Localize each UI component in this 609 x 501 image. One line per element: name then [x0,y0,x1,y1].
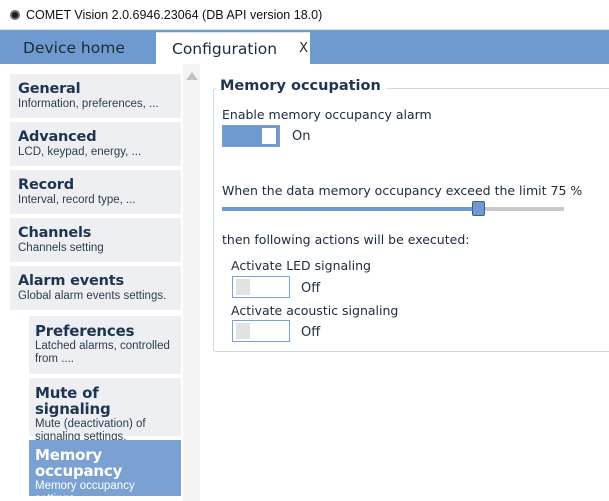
led-signaling-state: Off [301,281,321,296]
sidebar-scrollbar[interactable] [183,64,200,501]
tab-configuration[interactable]: Configuration X [156,32,310,64]
tab-device-home-label: Device home [23,39,125,57]
sidebar-item-alarm-events[interactable]: Alarm events Global alarm events setting… [10,266,181,310]
group-title: Memory occupation [216,78,387,94]
sidebar-item-record[interactable]: Record Interval, record type, ... [10,170,181,214]
window-title: COMET Vision 2.0.6946.23064 (DB API vers… [26,7,323,22]
acoustic-signaling-label: Activate acoustic signaling [231,303,399,318]
enable-alarm-state: On [292,129,311,144]
actions-label: then following actions will be executed: [222,232,470,247]
tab-device-home[interactable]: Device home [8,32,156,64]
sidebar-item-desc: Global alarm events settings. [18,290,167,302]
slider-fill [222,207,479,211]
tab-bar: Device home Configuration X [0,30,609,64]
sidebar-item-title: Preferences [35,322,135,340]
sidebar-item-desc: Latched alarms, controlled from .... [35,340,170,365]
sidebar-item-desc: LCD, keypad, energy, ... [18,146,142,158]
sidebar-item-advanced[interactable]: Advanced LCD, keypad, energy, ... [10,122,181,166]
window-titlebar: COMET Vision 2.0.6946.23064 (DB API vers… [0,0,609,30]
limit-label: When the data memory occupancy exceed th… [222,183,583,198]
sidebar-item-title: Memory occupancy [35,446,123,480]
toggle-knob [236,279,250,295]
sidebar-item-title: Mute of signaling [35,384,111,418]
sidebar-subitem-memory-occupancy[interactable]: Memory occupancy Memory occupancy settin… [29,440,181,501]
sidebar-item-channels[interactable]: Channels Channels setting [10,218,181,262]
acoustic-signaling-state: Off [301,325,321,340]
tab-configuration-label: Configuration [172,39,278,58]
close-icon[interactable]: X [299,41,308,56]
sidebar-item-desc: Memory occupancy settings. [35,480,135,501]
sidebar-item-desc: Information, preferences, ... [18,98,159,110]
sidebar-subitem-preferences[interactable]: Preferences Latched alarms, controlled f… [29,316,181,374]
slider-thumb[interactable] [472,201,485,216]
sidebar-item-title: Advanced [18,129,97,145]
acoustic-signaling-toggle[interactable] [232,320,290,342]
sidebar-item-desc: Interval, record type, ... [18,194,136,206]
enable-alarm-toggle[interactable] [222,125,280,147]
toggle-knob [236,323,250,339]
sidebar: General Information, preferences, ... Ad… [0,64,203,501]
sidebar-item-title: Record [18,177,74,193]
scroll-up-icon[interactable] [186,72,198,80]
limit-slider[interactable] [222,201,564,216]
led-signaling-label: Activate LED signaling [231,258,371,273]
sidebar-item-title: Channels [18,225,92,241]
led-signaling-toggle[interactable] [232,276,290,298]
sidebar-subitem-mute-of-signaling[interactable]: Mute of signaling Mute (deactivation) of… [29,378,181,443]
sidebar-item-title: General [18,81,81,97]
app-logo-icon [10,9,20,20]
enable-alarm-label: Enable memory occupancy alarm [222,107,432,122]
sidebar-item-title: Alarm events [18,273,124,289]
sidebar-item-desc: Channels setting [18,242,104,254]
sidebar-item-general[interactable]: General Information, preferences, ... [10,74,181,118]
toggle-knob [262,128,276,144]
